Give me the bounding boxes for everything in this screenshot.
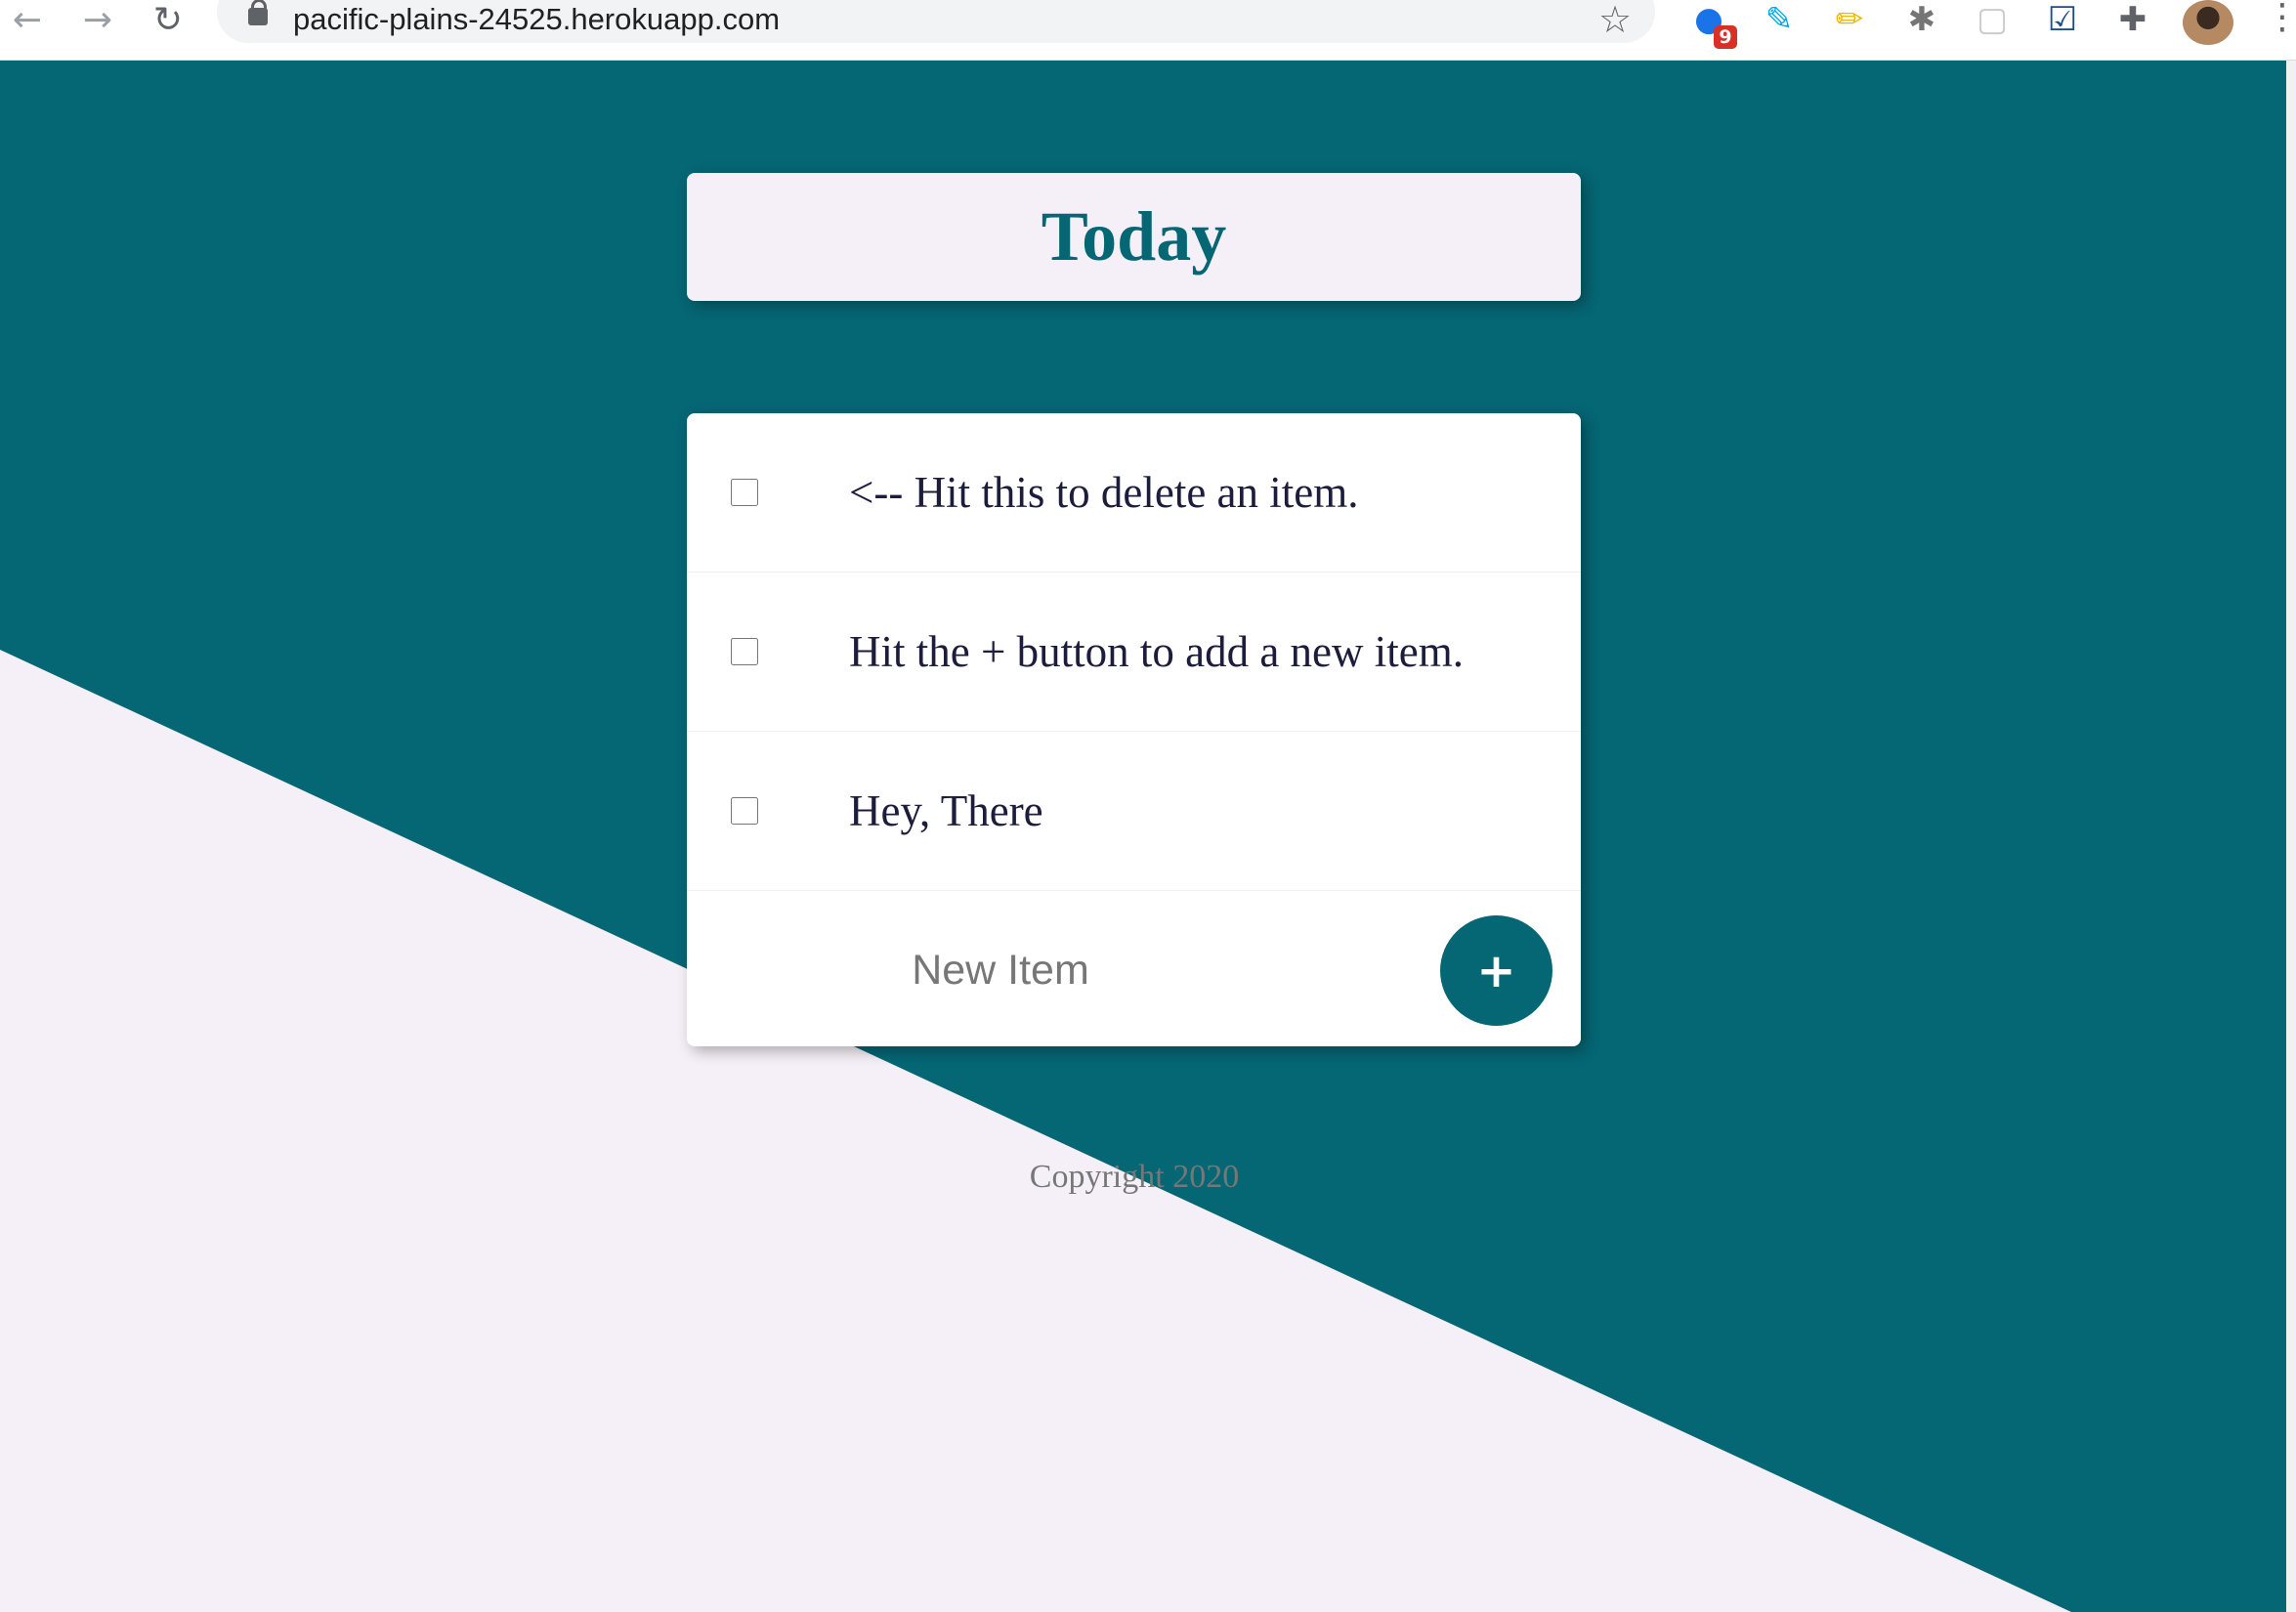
- highlighter-icon[interactable]: ✏: [1831, 0, 1868, 39]
- lock-icon[interactable]: [248, 0, 268, 25]
- avatar[interactable]: [2183, 0, 2233, 45]
- puzzle-icon[interactable]: ✚: [2114, 0, 2151, 39]
- bug-icon[interactable]: ✱: [1903, 0, 1940, 39]
- item-checkbox[interactable]: [731, 797, 758, 825]
- add-item-button[interactable]: +: [1440, 915, 1552, 1026]
- list-item: Hit the + button to add a new item.: [687, 573, 1581, 732]
- checkbox-extension-icon[interactable]: ☑: [2044, 0, 2081, 39]
- extension-teal-icon[interactable]: ✎: [1761, 0, 1798, 39]
- back-icon[interactable]: ←: [4, 0, 51, 40]
- forward-icon[interactable]: →: [74, 0, 121, 40]
- item-text: Hit the + button to add a new item.: [849, 627, 1465, 676]
- bug-glyph: ✱: [1907, 0, 1936, 39]
- list-item: <-- Hit this to delete an item.: [687, 413, 1581, 573]
- footer-copyright: Copyright 2020: [1029, 1159, 1240, 1195]
- item-text: <-- Hit this to delete an item.: [849, 468, 1359, 517]
- new-item-input[interactable]: [788, 940, 1212, 1000]
- browser-toolbar: ← → ↻ pacific-plains-24525.herokuapp.com…: [0, 0, 2296, 61]
- bookmark-star-icon[interactable]: ☆: [1598, 0, 1632, 39]
- puzzle-glyph: ✚: [2118, 0, 2147, 39]
- reload-icon[interactable]: ↻: [145, 0, 191, 40]
- url-text[interactable]: pacific-plains-24525.herokuapp.com: [293, 0, 780, 39]
- list-item: Hey, There: [687, 732, 1581, 891]
- item-text: Hey, There: [849, 786, 1043, 835]
- checkbox-extension-glyph: ☑: [2047, 0, 2078, 39]
- extension-badge: 9: [1714, 25, 1737, 49]
- extension-grey-icon[interactable]: ▢: [1974, 0, 2011, 39]
- highlighter-glyph: ✏: [1835, 0, 1864, 39]
- page-background: Today <-- Hit this to delete an item. Hi…: [0, 60, 2296, 1612]
- todo-list: <-- Hit this to delete an item. Hit the …: [687, 413, 1581, 1046]
- extension-teal-glyph: ✎: [1765, 0, 1794, 39]
- scrollbar[interactable]: [2286, 60, 2296, 1612]
- menu-icon[interactable]: ⋮: [2265, 0, 2296, 35]
- new-item-form: +: [687, 891, 1581, 1049]
- item-checkbox[interactable]: [731, 479, 758, 506]
- heading-box: Today: [687, 173, 1581, 301]
- extension-grey-glyph: ▢: [1976, 0, 2009, 39]
- item-checkbox[interactable]: [731, 638, 758, 665]
- extension-blue-icon[interactable]: ● 9: [1690, 0, 1737, 49]
- page-title: Today: [1041, 197, 1227, 276]
